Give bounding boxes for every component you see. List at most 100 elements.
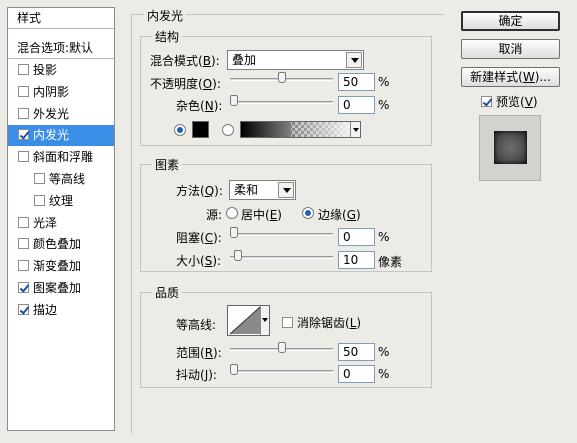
blend-options-item[interactable]: 混合选项:默认	[8, 38, 114, 59]
glow-gradient-picker[interactable]	[240, 121, 361, 138]
choke-unit: %	[378, 230, 390, 244]
style-checkbox[interactable]	[18, 151, 29, 163]
source-edge-radio[interactable]	[302, 207, 314, 219]
style-checkbox[interactable]	[34, 194, 45, 206]
blend-mode-label: 混合模式(B):	[150, 54, 220, 68]
style-item-label: 投影	[33, 63, 58, 77]
style-checkbox[interactable]	[18, 64, 29, 75]
size-input[interactable]: 10	[338, 251, 375, 269]
style-item[interactable]: 图案叠加	[8, 278, 114, 299]
style-item-label: 内发光	[33, 128, 70, 143]
style-checkbox[interactable]	[18, 260, 29, 272]
noise-slider-track[interactable]	[230, 101, 333, 104]
style-item[interactable]: 内发光	[8, 125, 114, 147]
style-item[interactable]: 颜色叠加	[8, 234, 114, 255]
style-item-label: 渐变叠加	[33, 259, 82, 274]
style-item-label: 内阴影	[33, 84, 70, 99]
inner-glow-title: 内发光	[144, 7, 187, 24]
preview-checkbox[interactable]: 预览(V)	[481, 93, 538, 110]
jitter-label: 抖动(J):	[176, 368, 217, 382]
blend-mode-value: 叠加	[232, 53, 257, 67]
source-center-label[interactable]: 居中(E)	[241, 206, 282, 223]
source-center-radio[interactable]	[226, 207, 238, 219]
style-checkbox[interactable]	[18, 238, 29, 250]
chevron-down-icon	[278, 182, 294, 198]
choke-input[interactable]: 0	[338, 228, 375, 246]
style-checkbox[interactable]	[18, 85, 29, 97]
gradient-radio[interactable]	[222, 124, 234, 136]
opacity-input[interactable]: 50	[338, 73, 375, 91]
choke-slider-track[interactable]	[230, 233, 333, 236]
style-item[interactable]: 渐变叠加	[8, 256, 114, 277]
style-item-label: 斜面和浮雕	[33, 150, 94, 165]
style-item[interactable]: 内阴影	[8, 82, 114, 103]
jitter-slider-track[interactable]	[230, 370, 333, 373]
technique-label: 方法(Q):	[176, 184, 223, 198]
jitter-unit: %	[378, 367, 390, 381]
style-item-label: 描边	[33, 302, 58, 317]
range-slider-thumb[interactable]	[277, 342, 286, 353]
structure-title: 结构	[152, 28, 183, 45]
style-item[interactable]: 描边	[8, 300, 114, 321]
size-label: 大小(S):	[176, 254, 222, 268]
styles-header[interactable]: 样式	[8, 8, 114, 29]
gradient-checker	[291, 122, 349, 137]
range-unit: %	[378, 345, 390, 359]
anti-alias-checkbox[interactable]: 消除锯齿(L)	[282, 314, 361, 331]
noise-input[interactable]: 0	[338, 96, 375, 114]
style-item[interactable]: 纹理	[8, 191, 114, 212]
range-label: 范围(R):	[176, 346, 222, 360]
chevron-down-icon[interactable]	[260, 306, 269, 335]
inner-glow-left-rule	[131, 14, 132, 434]
style-item[interactable]: 外发光	[8, 104, 114, 125]
style-item-label: 纹理	[49, 193, 74, 208]
noise-slider-thumb[interactable]	[230, 95, 238, 106]
style-item[interactable]: 斜面和浮雕	[8, 147, 114, 168]
opacity-label: 不透明度(O):	[150, 77, 221, 91]
style-item-label: 颜色叠加	[33, 237, 82, 252]
size-slider-thumb[interactable]	[233, 250, 242, 261]
style-item-label: 光泽	[33, 215, 58, 230]
gradient-dropdown-icon[interactable]	[350, 122, 360, 137]
solid-color-radio[interactable]	[174, 124, 186, 136]
style-checkbox[interactable]	[18, 303, 29, 315]
contour-curve-icon	[229, 306, 261, 335]
size-slider-track[interactable]	[230, 256, 333, 259]
choke-label: 阻塞(C):	[176, 231, 222, 245]
preview-thumbnail	[479, 115, 541, 181]
technique-select[interactable]: 柔和	[229, 180, 296, 200]
opacity-unit: %	[378, 75, 390, 89]
style-item-label: 图案叠加	[33, 281, 82, 295]
contour-picker[interactable]	[227, 305, 270, 336]
noise-unit: %	[378, 98, 390, 112]
source-label: 源:	[206, 208, 223, 222]
style-item[interactable]: 等高线	[8, 169, 114, 190]
style-checkbox[interactable]	[34, 173, 45, 184]
noise-label: 杂色(N):	[176, 99, 223, 113]
opacity-slider-thumb[interactable]	[277, 72, 286, 83]
jitter-slider-thumb[interactable]	[230, 364, 238, 375]
blend-mode-select[interactable]: 叠加	[227, 50, 364, 70]
style-item-label: 外发光	[33, 106, 70, 121]
style-checkbox[interactable]	[18, 107, 29, 119]
new-style-button[interactable]: 新建样式(W)...	[461, 67, 560, 87]
style-item[interactable]: 投影	[8, 60, 114, 81]
anti-alias-box[interactable]	[282, 317, 293, 328]
jitter-input[interactable]: 0	[338, 365, 375, 383]
style-checkbox[interactable]	[18, 216, 29, 228]
technique-value: 柔和	[234, 183, 259, 197]
contour-label: 等高线:	[176, 318, 217, 332]
style-item[interactable]: 光泽	[8, 213, 114, 234]
size-unit: 像素	[378, 255, 403, 269]
style-checkbox[interactable]	[18, 129, 29, 141]
glow-color-swatch[interactable]	[192, 121, 209, 138]
style-checkbox[interactable]	[18, 282, 29, 293]
source-edge-label[interactable]: 边缘(G)	[318, 206, 361, 223]
range-input[interactable]: 50	[338, 343, 375, 361]
chevron-down-icon	[346, 52, 362, 68]
quality-title: 品质	[152, 284, 183, 301]
ok-button[interactable]: 确定	[461, 11, 560, 31]
choke-slider-thumb[interactable]	[230, 227, 238, 238]
cancel-button[interactable]: 取消	[461, 39, 560, 59]
preview-box[interactable]	[481, 96, 492, 107]
